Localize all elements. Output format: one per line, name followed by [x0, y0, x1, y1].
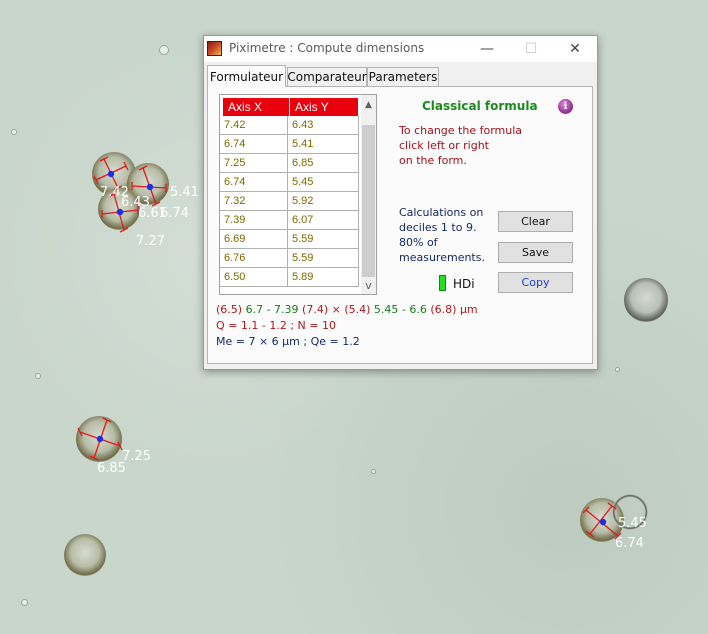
hdi-label[interactable]: HDi [453, 277, 475, 291]
column-header-axis-x[interactable]: Axis X [223, 98, 289, 116]
measurement-label-y: 6.74 [615, 536, 644, 551]
size-part: (6.8) [430, 303, 460, 316]
cell-axis-y[interactable]: 5.59 [288, 230, 359, 249]
tab-comparateur[interactable]: Comparateur [287, 67, 367, 86]
cell-axis-x[interactable]: 6.69 [220, 230, 288, 249]
cell-axis-x[interactable]: 6.74 [220, 173, 288, 192]
size-part: µm [459, 303, 478, 316]
cell-axis-x[interactable]: 7.25 [220, 154, 288, 173]
scrollbar-thumb[interactable] [362, 125, 375, 277]
cell-axis-y[interactable]: 6.85 [288, 154, 359, 173]
cell-axis-y[interactable]: 6.07 [288, 211, 359, 230]
cell-axis-x[interactable]: 7.39 [220, 211, 288, 230]
measurement-label-x: 7.25 [122, 449, 151, 464]
q-result: Q = 1.1 - 1.2 ; N = 10 [216, 319, 336, 332]
formula-hint: To change the formula click left or righ… [399, 123, 522, 168]
formulateur-panel: Axis X Axis Y 7.42 6.43 6.74 5.41 7.25 6.85… [207, 86, 593, 364]
calc-line: deciles 1 to 9. [399, 221, 477, 234]
cell-axis-y[interactable]: 5.59 [288, 249, 359, 268]
scroll-up-arrow-icon[interactable]: ▲ [361, 97, 376, 112]
tab-parameters[interactable]: Parameters [367, 67, 439, 86]
cell-axis-x[interactable]: 7.32 [220, 192, 288, 211]
piximetre-app-icon [207, 41, 222, 56]
maximize-button[interactable]: ☐ [509, 36, 553, 62]
measurement-label-y: 6.85 [97, 461, 126, 476]
clear-button[interactable]: Clear [498, 211, 573, 232]
calc-line: Calculations on [399, 206, 484, 219]
copy-button[interactable]: Copy [498, 272, 573, 293]
hint-line: click left or right [399, 139, 489, 152]
formula-title[interactable]: Classical formula [422, 99, 538, 113]
calc-line: measurements. [399, 251, 485, 264]
hint-line: To change the formula [399, 124, 523, 137]
measurement-label-y: 5.41 [170, 185, 199, 200]
tab-formulateur[interactable]: Formulateur [207, 65, 286, 87]
measurements-grid[interactable]: Axis X Axis Y 7.42 6.43 6.74 5.41 7.25 6.85… [219, 94, 377, 295]
measurement-label-x: 7.27 [136, 234, 165, 249]
column-header-axis-y[interactable]: Axis Y [290, 98, 358, 116]
grid-scrollbar[interactable]: ▲ v [361, 95, 376, 294]
cell-axis-y[interactable]: 5.45 [288, 173, 359, 192]
save-button[interactable]: Save [498, 242, 573, 263]
hint-line: on the form. [399, 154, 467, 167]
measurement-label-y: 6.61 [138, 206, 167, 221]
size-result: (6.5) 6.7 - 7.39 (7.4) × (5.4) 5.45 - 6.… [216, 303, 478, 317]
calculations-note: Calculations on deciles 1 to 9. 80% of m… [399, 205, 485, 265]
cell-axis-x[interactable]: 7.42 [220, 116, 288, 135]
cell-axis-x[interactable]: 6.50 [220, 268, 288, 287]
window-title: Piximetre : Compute dimensions [229, 41, 425, 55]
me-result: Me = 7 × 6 µm ; Qe = 1.2 [216, 335, 360, 348]
calc-line: 80% of [399, 236, 438, 249]
title-bar[interactable]: Piximetre : Compute dimensions — ☐ ✕ [204, 36, 597, 62]
size-part: (6.5) [216, 303, 246, 316]
scroll-down-arrow-icon[interactable]: v [361, 278, 376, 293]
size-part: 6.7 - 7.39 [245, 303, 303, 316]
size-part: (7.4) × (5.4) [302, 303, 374, 316]
size-part: 5.45 - 6.6 [373, 303, 431, 316]
hdi-indicator-icon[interactable] [439, 275, 446, 291]
cell-axis-y[interactable]: 6.43 [288, 116, 359, 135]
compute-dimensions-window: Piximetre : Compute dimensions — ☐ ✕ For… [203, 35, 598, 370]
measurement-label-x: 5.45 [618, 516, 647, 531]
cell-axis-x[interactable]: 6.74 [220, 135, 288, 154]
cell-axis-y[interactable]: 5.89 [288, 268, 359, 287]
close-button[interactable]: ✕ [553, 36, 597, 62]
cell-axis-y[interactable]: 5.92 [288, 192, 359, 211]
cell-axis-y[interactable]: 5.41 [288, 135, 359, 154]
info-icon[interactable]: i [558, 99, 573, 114]
minimize-button[interactable]: — [465, 36, 509, 62]
cell-axis-x[interactable]: 6.76 [220, 249, 288, 268]
